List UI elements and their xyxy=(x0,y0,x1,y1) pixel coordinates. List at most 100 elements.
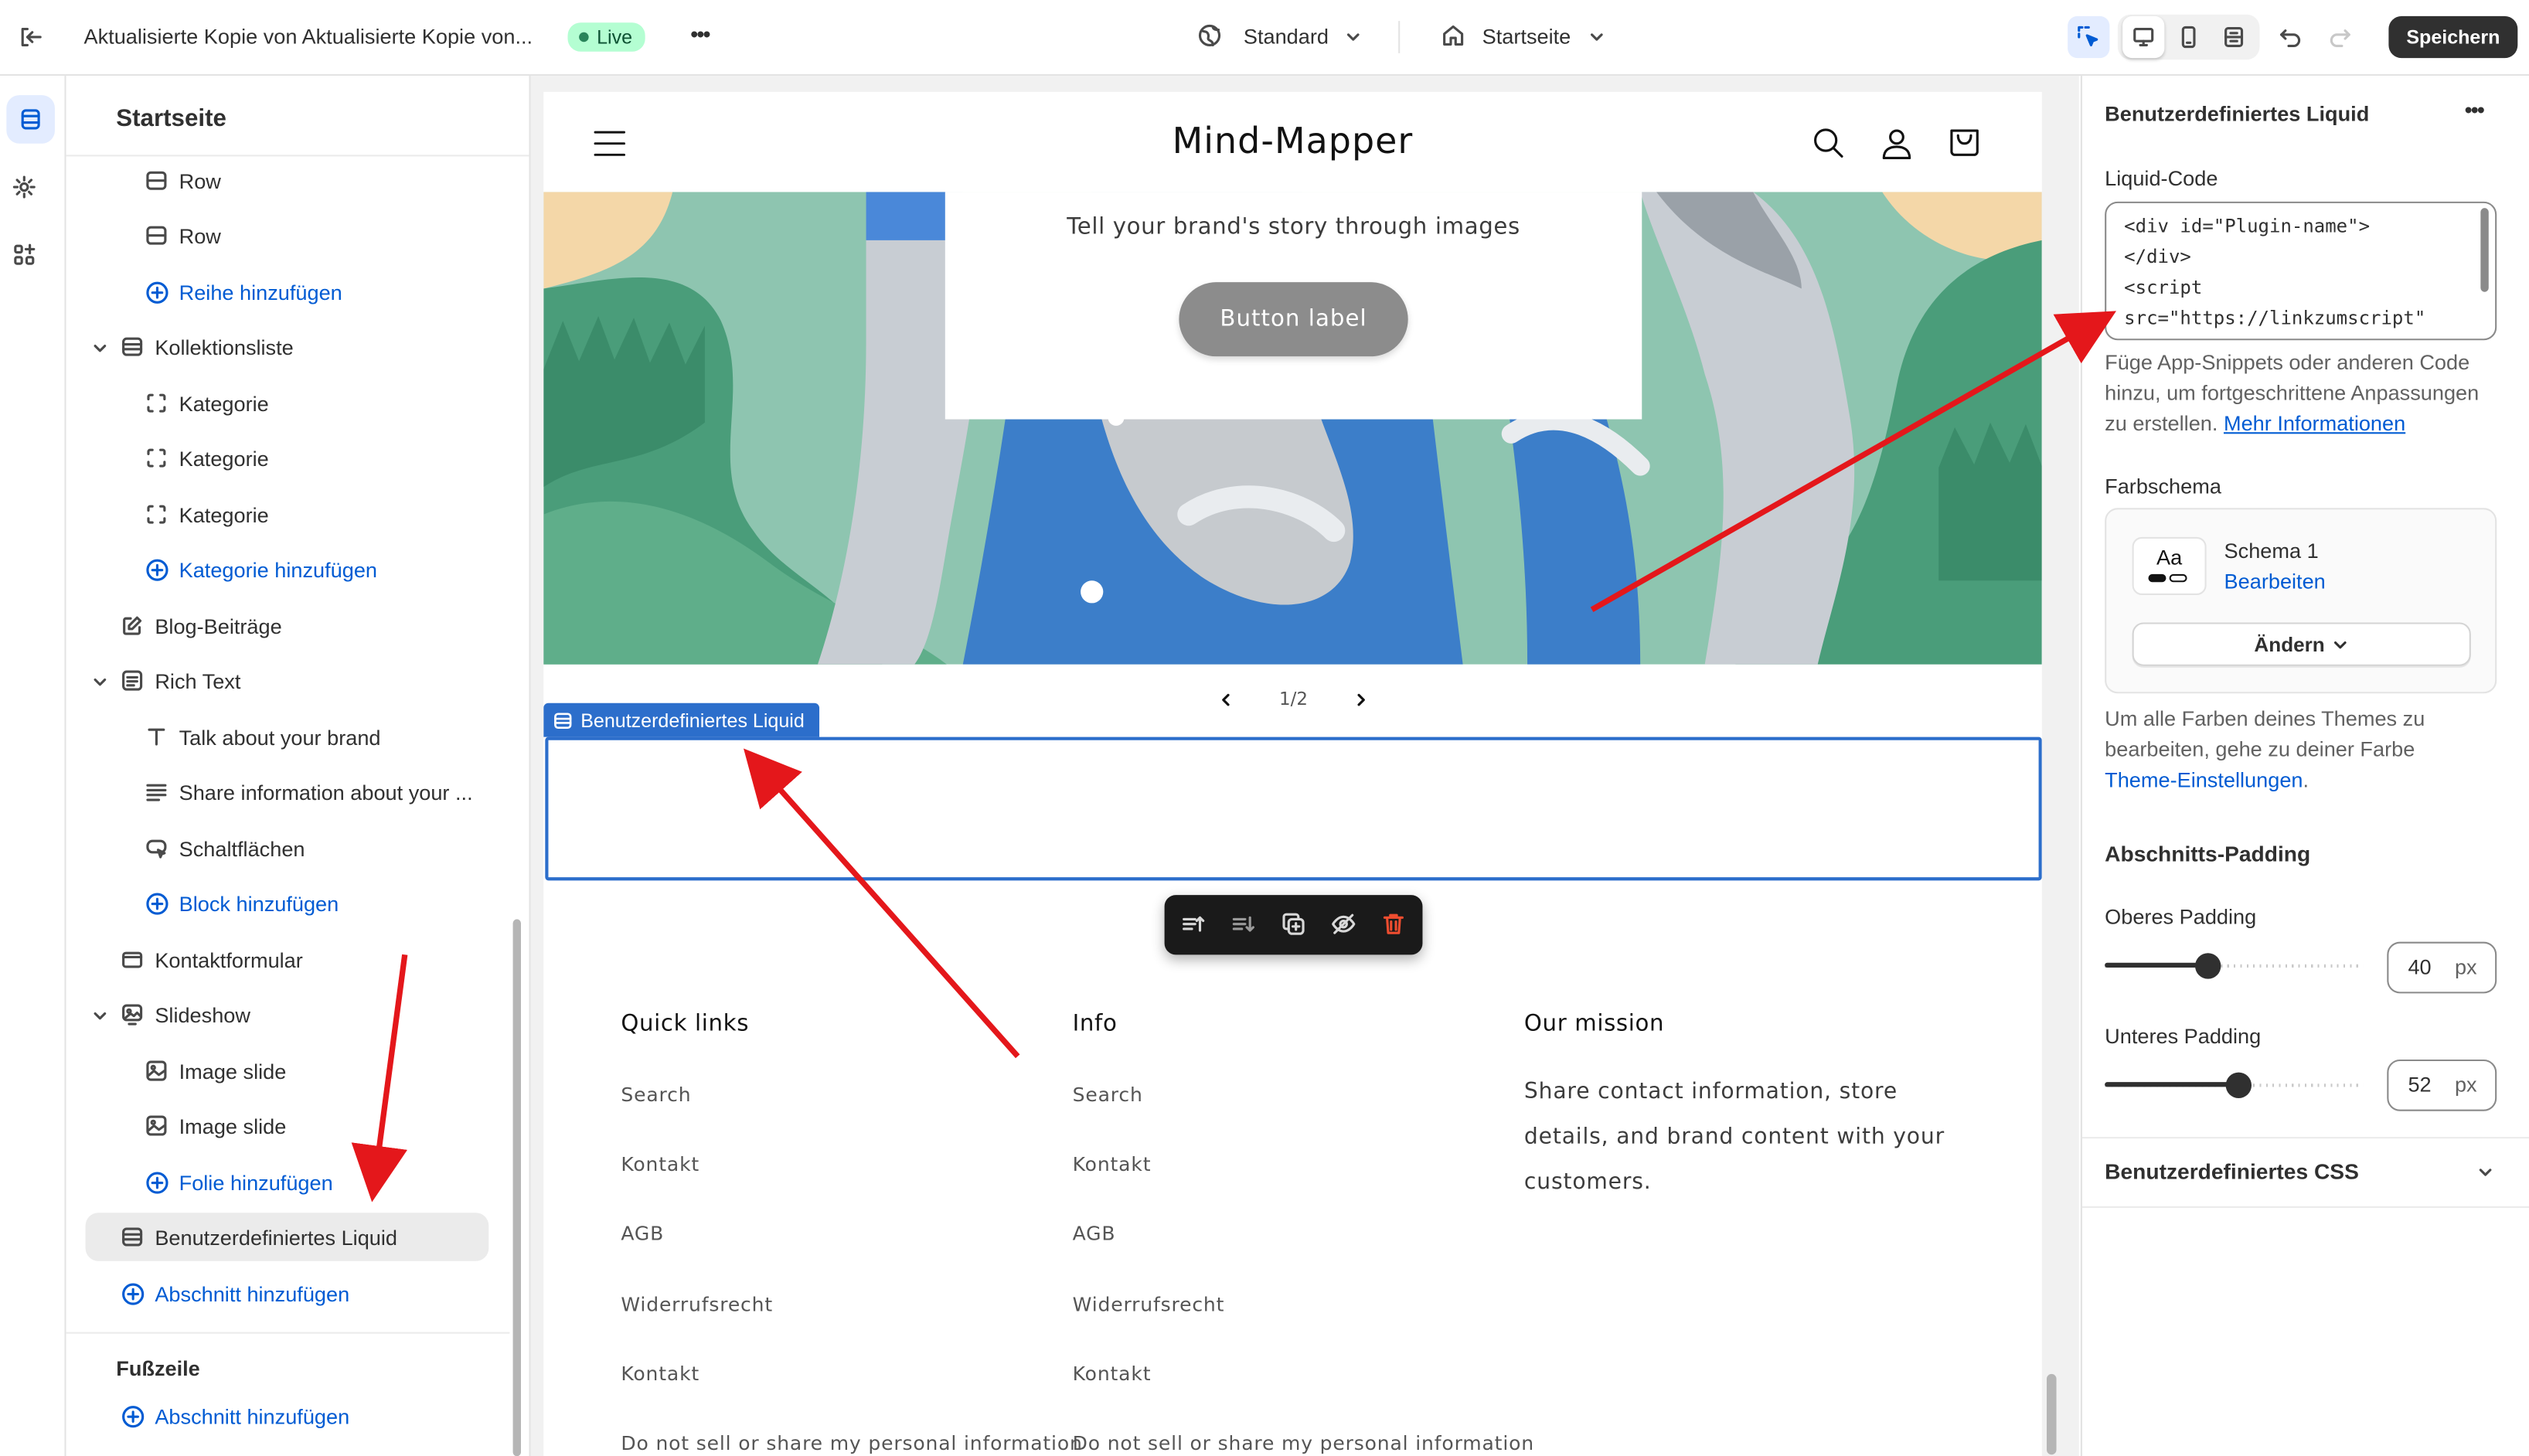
panel-more-button[interactable]: ••• xyxy=(2464,97,2484,122)
add-footer-section-button[interactable]: Abschnitt hinzufügen xyxy=(119,1392,349,1441)
footer-link[interactable]: Do not sell or share my personal informa… xyxy=(1073,1432,1534,1454)
sidebar-item-label: Block hinzufügen xyxy=(179,890,339,916)
sidebar-item-blog[interactable]: Blog-Beiträge xyxy=(119,601,282,650)
duplicate-icon[interactable] xyxy=(1281,911,1306,937)
search-icon[interactable] xyxy=(1813,128,1845,160)
sidebar-item-image-slide[interactable]: Image slide xyxy=(144,1046,286,1095)
inspector-button[interactable] xyxy=(2068,15,2110,59)
custom-liquid-section[interactable] xyxy=(545,737,2042,881)
sidebar-item-label: Kollektionsliste xyxy=(155,334,294,359)
footer-link[interactable]: Widerrufsrecht xyxy=(621,1294,773,1316)
chevron-right-icon[interactable] xyxy=(1353,692,1370,708)
account-icon[interactable] xyxy=(1881,128,1913,160)
sidebar-item-row[interactable]: Row xyxy=(144,211,221,260)
sidebar-item-kollektionsliste[interactable]: Kollektionsliste xyxy=(119,322,294,371)
chevron-down-icon[interactable] xyxy=(92,674,108,690)
mission-text-line: customers. xyxy=(1523,1169,1652,1196)
sidebar-item-label: Schaltflächen xyxy=(179,835,305,861)
sidebar-item-kategorie[interactable]: Kategorie xyxy=(144,434,269,482)
footer-link[interactable]: Kontakt xyxy=(621,1362,699,1385)
add-slide-button[interactable]: Folie hinzufügen xyxy=(144,1158,333,1206)
move-down-icon[interactable] xyxy=(1230,911,1256,937)
bottom-padding-input[interactable]: 52 px xyxy=(2387,1059,2497,1111)
slide-button[interactable]: Button label xyxy=(1179,282,1408,357)
divider xyxy=(2081,1206,2529,1208)
add-row-button[interactable]: Reihe hinzufügen xyxy=(144,267,342,316)
scheme-swatch-outline xyxy=(2169,573,2187,583)
section-icon xyxy=(554,712,572,728)
gear-icon[interactable] xyxy=(12,174,37,199)
move-up-icon[interactable] xyxy=(1180,911,1206,937)
liquid-code-label: Liquid-Code xyxy=(2105,165,2218,191)
page-select[interactable]: Startseite xyxy=(1482,24,1571,48)
more-actions-button[interactable]: ••• xyxy=(690,21,710,46)
top-padding-input[interactable]: 40 px xyxy=(2387,941,2497,994)
slider-thumb[interactable] xyxy=(2226,1072,2252,1099)
preview-scrollbar[interactable] xyxy=(2047,1373,2057,1455)
footer-link[interactable]: AGB xyxy=(621,1223,664,1245)
footer-link[interactable]: Kontakt xyxy=(1073,1362,1152,1385)
apps-icon[interactable] xyxy=(12,242,37,267)
sidebar-item-heading[interactable]: Talk about your brand xyxy=(144,713,381,761)
exit-icon[interactable] xyxy=(10,16,52,58)
section-tag[interactable]: Benutzerdefiniertes Liquid xyxy=(543,702,819,737)
add-block-button[interactable]: Block hinzufügen xyxy=(144,879,339,927)
sidebar-item-rich-text[interactable]: Rich Text xyxy=(119,656,240,705)
colors-hint-end: . xyxy=(2303,767,2309,792)
section-icon xyxy=(119,334,145,359)
undo-icon[interactable] xyxy=(2269,16,2311,58)
sidebar-item-label: Share information about your ... xyxy=(179,779,473,805)
delete-icon[interactable] xyxy=(1380,911,1406,937)
footer-link[interactable]: Widerrufsrecht xyxy=(1073,1294,1225,1316)
footer-link[interactable]: Search xyxy=(621,1083,691,1106)
sidebar-scrollbar[interactable] xyxy=(512,919,522,1456)
scheme-edit-link[interactable]: Bearbeiten xyxy=(2224,570,2326,594)
liquid-code-editor[interactable]: <div id="Plugin-name"> </div> <script sr… xyxy=(2105,201,2497,341)
mobile-view-button[interactable] xyxy=(2168,16,2210,58)
sidebar-item-row[interactable]: Row xyxy=(144,156,221,205)
fullscreen-button[interactable] xyxy=(2213,16,2255,58)
code-scrollbar[interactable] xyxy=(2480,208,2489,292)
footer-link[interactable]: AGB xyxy=(1073,1223,1116,1245)
chevron-down-icon xyxy=(2334,640,2347,648)
help-text-end: zu erstellen. xyxy=(2105,411,2218,436)
sidebar-item-text[interactable]: Share information about your ... xyxy=(144,767,473,816)
scheme-swatch: Aa xyxy=(2132,536,2207,595)
home-icon xyxy=(1440,22,1465,48)
sidebar-item-slideshow[interactable]: Slideshow xyxy=(119,990,250,1039)
chevron-down-icon[interactable] xyxy=(92,340,108,356)
footer-link[interactable]: Search xyxy=(1073,1083,1143,1106)
hide-icon[interactable] xyxy=(1331,911,1356,937)
bottom-padding-slider[interactable] xyxy=(2105,1072,2364,1099)
theme-select[interactable]: Standard xyxy=(1244,24,1329,48)
change-scheme-button[interactable]: Ändern xyxy=(2132,622,2471,666)
sidebar-item-kategorie[interactable]: Kategorie xyxy=(144,490,269,539)
theme-settings-link[interactable]: Theme-Einstellungen xyxy=(2105,767,2303,791)
sidebar-item-buttons[interactable]: Schaltflächen xyxy=(144,824,305,873)
redo-icon[interactable] xyxy=(2320,16,2361,58)
cart-icon[interactable] xyxy=(1949,126,1981,158)
sidebar-item-kategorie[interactable]: Kategorie xyxy=(144,379,269,427)
sidebar-item-custom-liquid[interactable]: Benutzerdefiniertes Liquid xyxy=(85,1213,489,1261)
top-padding-slider[interactable] xyxy=(2105,953,2364,979)
footer-link[interactable]: Do not sell or share my personal informa… xyxy=(621,1432,1082,1454)
more-info-link[interactable]: Mehr Informationen xyxy=(2224,411,2405,435)
sidebar-item-image-slide[interactable]: Image slide xyxy=(144,1101,286,1150)
custom-css-toggle[interactable]: Benutzerdefiniertes CSS xyxy=(2105,1159,2359,1183)
chevron-down-icon[interactable] xyxy=(92,1008,108,1024)
sections-icon[interactable] xyxy=(6,95,55,144)
code-line: </div> xyxy=(2124,245,2191,268)
sidebar-item-contact-form[interactable]: Kontaktformular xyxy=(119,935,303,984)
sidebar-item-label: Kategorie hinzufügen xyxy=(179,556,378,582)
chevron-left-icon[interactable] xyxy=(1217,692,1234,708)
plus-circle-icon xyxy=(144,279,169,304)
add-section-button[interactable]: Abschnitt hinzufügen xyxy=(119,1269,349,1318)
footer-link[interactable]: Kontakt xyxy=(621,1153,699,1175)
slider-thumb[interactable] xyxy=(2194,953,2221,979)
desktop-view-button[interactable] xyxy=(2122,15,2165,59)
chevron-down-icon[interactable] xyxy=(2477,1165,2493,1181)
save-button[interactable]: Speichern xyxy=(2388,15,2518,59)
add-category-button[interactable]: Kategorie hinzufügen xyxy=(144,545,377,594)
footer-link[interactable]: Kontakt xyxy=(1073,1153,1152,1175)
panel-title: Benutzerdefiniertes Liquid xyxy=(2105,101,2370,126)
